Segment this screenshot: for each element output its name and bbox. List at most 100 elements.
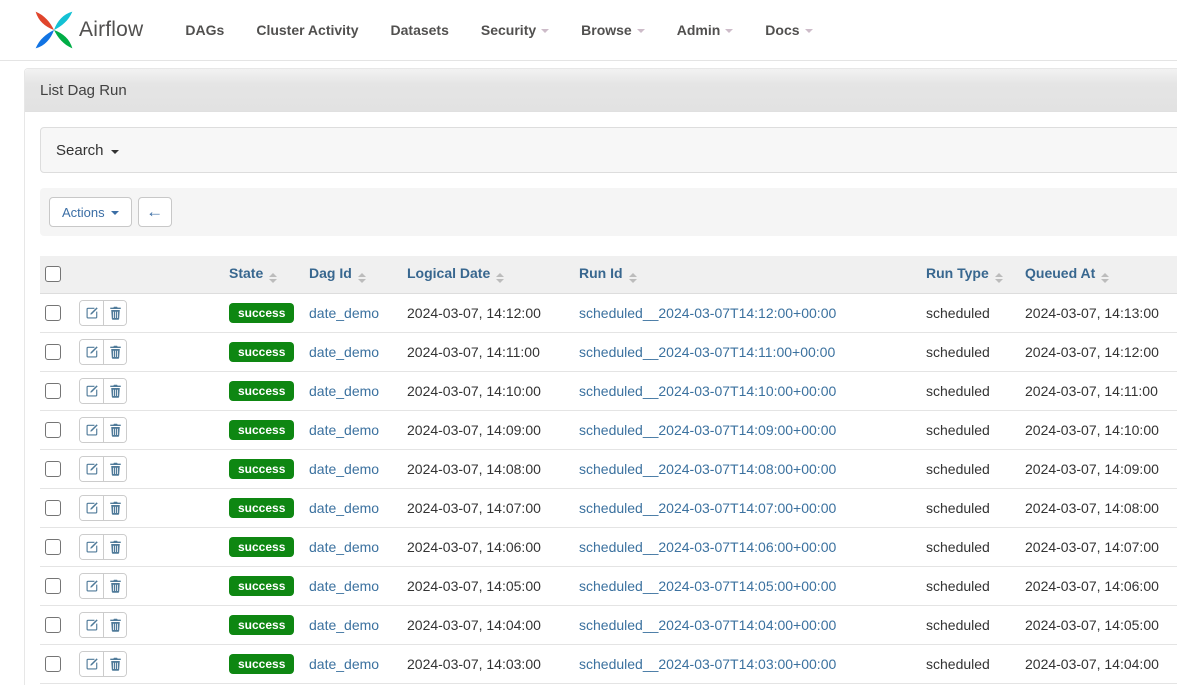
queued-at-cell: 2024-03-07, 14:09:00: [1020, 449, 1177, 488]
nav-item-admin[interactable]: Admin: [661, 0, 750, 60]
delete-record-button[interactable]: [103, 418, 126, 442]
row-checkbox[interactable]: [45, 422, 61, 438]
column-header-state[interactable]: State: [224, 256, 304, 293]
row-checkbox[interactable]: [45, 383, 61, 399]
dag-id-link[interactable]: date_demo: [309, 383, 379, 399]
dag-id-link[interactable]: date_demo: [309, 656, 379, 672]
row-action-button-group: [79, 339, 127, 365]
run-id-link[interactable]: scheduled__2024-03-07T14:06:00+00:00: [579, 539, 836, 555]
delete-record-button[interactable]: [103, 496, 126, 520]
dag-id-link[interactable]: date_demo: [309, 461, 379, 477]
delete-record-button[interactable]: [103, 379, 126, 403]
column-header-queued-at[interactable]: Queued At: [1020, 256, 1177, 293]
row-action-button-group: [79, 612, 127, 638]
nav-item-label: Browse: [581, 22, 632, 38]
nav-item-docs[interactable]: Docs: [749, 0, 828, 60]
chevron-down-icon: [111, 211, 119, 215]
row-checkbox[interactable]: [45, 461, 61, 477]
run-id-link[interactable]: scheduled__2024-03-07T14:09:00+00:00: [579, 422, 836, 438]
back-button[interactable]: ←: [138, 197, 172, 227]
column-header-run-type[interactable]: Run Type: [921, 256, 1020, 293]
edit-record-button[interactable]: [80, 301, 103, 325]
search-label: Search: [56, 142, 104, 159]
column-header-dag-id[interactable]: Dag Id: [304, 256, 402, 293]
edit-record-button[interactable]: [80, 379, 103, 403]
column-header-label: Dag Id: [309, 265, 352, 281]
edit-record-button[interactable]: [80, 496, 103, 520]
nav-item-cluster-activity[interactable]: Cluster Activity: [240, 0, 374, 60]
actions-dropdown-button[interactable]: Actions: [49, 197, 132, 227]
run-id-cell: scheduled__2024-03-07T14:03:00+00:00: [574, 644, 921, 683]
run-id-link[interactable]: scheduled__2024-03-07T14:03:00+00:00: [579, 656, 836, 672]
nav-item-label: Admin: [677, 22, 721, 38]
dag-id-link[interactable]: date_demo: [309, 578, 379, 594]
select-all-checkbox[interactable]: [45, 266, 61, 282]
row-checkbox[interactable]: [45, 656, 61, 672]
nav-item-security[interactable]: Security: [465, 0, 565, 60]
dag-id-link[interactable]: date_demo: [309, 539, 379, 555]
run-type-cell: scheduled: [921, 488, 1020, 527]
dag-id-cell: date_demo: [304, 605, 402, 644]
dag-id-link[interactable]: date_demo: [309, 305, 379, 321]
state-cell: success: [224, 488, 304, 527]
run-id-cell: scheduled__2024-03-07T14:08:00+00:00: [574, 449, 921, 488]
run-type-cell: scheduled: [921, 449, 1020, 488]
nav-item-label: Security: [481, 22, 536, 38]
row-select-cell: [40, 644, 74, 683]
column-header-run-id[interactable]: Run Id: [574, 256, 921, 293]
row-checkbox[interactable]: [45, 305, 61, 321]
dag-id-cell: date_demo: [304, 644, 402, 683]
edit-record-button[interactable]: [80, 418, 103, 442]
dag-id-link[interactable]: date_demo: [309, 422, 379, 438]
edit-pencil-square-icon: [85, 540, 99, 554]
dag-id-link[interactable]: date_demo: [309, 344, 379, 360]
nav-item-dags[interactable]: DAGs: [169, 0, 240, 60]
run-id-link[interactable]: scheduled__2024-03-07T14:05:00+00:00: [579, 578, 836, 594]
row-action-button-group: [79, 651, 127, 677]
edit-record-button[interactable]: [80, 340, 103, 364]
edit-record-button[interactable]: [80, 652, 103, 676]
trash-icon: [109, 540, 122, 554]
row-select-cell: [40, 605, 74, 644]
state-cell: success: [224, 293, 304, 332]
nav-item-label: Datasets: [391, 22, 449, 38]
logical-date-cell: 2024-03-07, 14:10:00: [402, 371, 574, 410]
delete-record-button[interactable]: [103, 613, 126, 637]
table-row: success date_demo 2024-03-07, 14:10:00 s…: [40, 371, 1177, 410]
nav-item-datasets[interactable]: Datasets: [375, 0, 465, 60]
delete-record-button[interactable]: [103, 574, 126, 598]
run-id-link[interactable]: scheduled__2024-03-07T14:08:00+00:00: [579, 461, 836, 477]
edit-record-button[interactable]: [80, 535, 103, 559]
row-action-button-group: [79, 534, 127, 560]
delete-record-button[interactable]: [103, 301, 126, 325]
airflow-brand-link[interactable]: Airflow: [33, 9, 143, 51]
delete-record-button[interactable]: [103, 457, 126, 481]
delete-record-button[interactable]: [103, 340, 126, 364]
delete-record-button[interactable]: [103, 535, 126, 559]
nav-item-browse[interactable]: Browse: [565, 0, 661, 60]
queued-at-cell: 2024-03-07, 14:13:00: [1020, 293, 1177, 332]
run-id-link[interactable]: scheduled__2024-03-07T14:10:00+00:00: [579, 383, 836, 399]
column-header-logical-date[interactable]: Logical Date: [402, 256, 574, 293]
run-id-link[interactable]: scheduled__2024-03-07T14:07:00+00:00: [579, 500, 836, 516]
row-checkbox[interactable]: [45, 617, 61, 633]
dag-id-cell: date_demo: [304, 527, 402, 566]
status-badge: success: [229, 498, 294, 518]
status-badge: success: [229, 654, 294, 674]
edit-record-button[interactable]: [80, 574, 103, 598]
dag-id-link[interactable]: date_demo: [309, 500, 379, 516]
edit-record-button[interactable]: [80, 613, 103, 637]
row-checkbox[interactable]: [45, 344, 61, 360]
run-id-link[interactable]: scheduled__2024-03-07T14:12:00+00:00: [579, 305, 836, 321]
run-type-cell: scheduled: [921, 332, 1020, 371]
delete-record-button[interactable]: [103, 652, 126, 676]
run-id-cell: scheduled__2024-03-07T14:10:00+00:00: [574, 371, 921, 410]
run-id-link[interactable]: scheduled__2024-03-07T14:11:00+00:00: [579, 344, 835, 360]
run-id-link[interactable]: scheduled__2024-03-07T14:04:00+00:00: [579, 617, 836, 633]
search-accordion-toggle[interactable]: Search: [40, 127, 1177, 173]
dag-id-link[interactable]: date_demo: [309, 617, 379, 633]
row-checkbox[interactable]: [45, 578, 61, 594]
row-checkbox[interactable]: [45, 500, 61, 516]
edit-record-button[interactable]: [80, 457, 103, 481]
row-checkbox[interactable]: [45, 539, 61, 555]
